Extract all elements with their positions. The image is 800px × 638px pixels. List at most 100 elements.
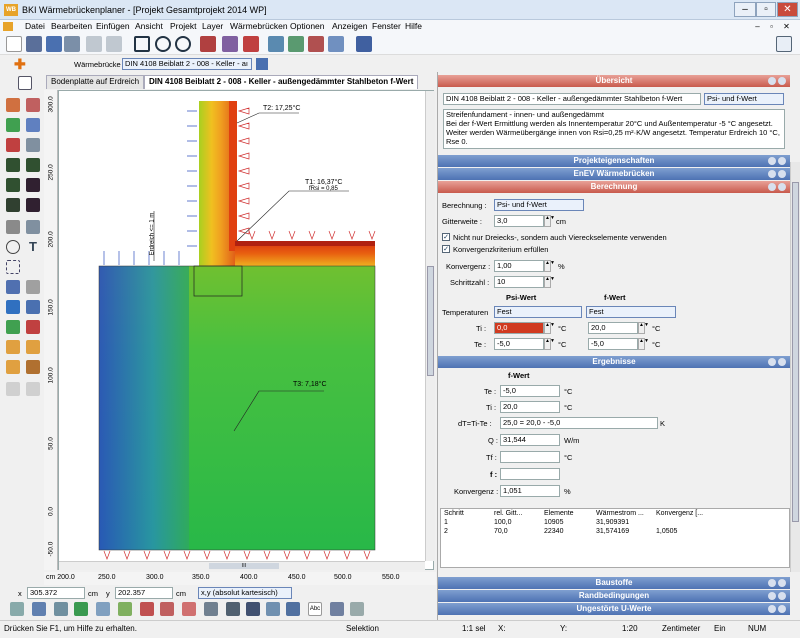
zoom-icon[interactable]	[155, 36, 171, 52]
col-konvergenz[interactable]: Konvergenz [...	[653, 509, 713, 518]
pin-icon[interactable]	[768, 77, 776, 85]
enev-header[interactable]: EnEV Wärmebrücken	[438, 168, 790, 180]
y-coordinate-input[interactable]: 202.357	[115, 587, 173, 599]
text-icon[interactable]: T	[26, 240, 40, 254]
mirror-icon[interactable]	[6, 340, 20, 354]
pin-icon[interactable]	[768, 183, 776, 191]
pin-icon[interactable]	[768, 592, 776, 600]
delete-node-icon[interactable]	[26, 320, 40, 334]
expand-icon[interactable]	[778, 170, 786, 178]
menu-projekt[interactable]: Projekt	[170, 21, 196, 31]
drawing-canvas[interactable]: T2: 17,25°C T1: 16,37°C fRsi = 0,85 T3: …	[58, 90, 435, 570]
gitter-input[interactable]: 3,0	[494, 215, 544, 227]
mdi-minimize-button[interactable]: –	[752, 22, 763, 31]
berechnung-select[interactable]: Psi- und f-Wert	[494, 199, 584, 211]
pattern-icon[interactable]	[226, 602, 240, 616]
konvergenz-spinner[interactable]: ▲▼	[544, 260, 555, 272]
node-icon[interactable]	[26, 138, 40, 152]
new-file-icon[interactable]	[6, 36, 22, 52]
hatch-icon[interactable]	[26, 98, 40, 112]
convergence-checkbox[interactable]: ✓	[442, 245, 450, 253]
psi-temperature-select[interactable]: Fest	[494, 306, 582, 318]
f-te-input[interactable]: -5,0	[588, 338, 638, 350]
region-c-icon[interactable]	[6, 178, 20, 192]
pin-icon[interactable]	[768, 358, 776, 366]
pin-icon[interactable]	[768, 605, 776, 613]
region-f-icon[interactable]	[26, 198, 40, 212]
fill-icon[interactable]	[286, 602, 300, 616]
report-icon[interactable]	[268, 36, 284, 52]
maximize-button[interactable]: ▫	[756, 2, 776, 17]
table-row[interactable]: 1 100,0 10905 31,909391	[441, 518, 713, 527]
redo-icon[interactable]	[106, 36, 122, 52]
table-icon[interactable]	[266, 602, 280, 616]
konvergenz-input[interactable]: 1,00	[494, 260, 544, 272]
region-d-icon[interactable]	[26, 178, 40, 192]
add-node-icon[interactable]	[6, 320, 20, 334]
panel-scrollbar[interactable]	[790, 162, 800, 572]
u-tool-icon[interactable]	[140, 602, 154, 616]
menu-fenster[interactable]: Fenster	[372, 21, 401, 31]
report-remove-icon[interactable]	[308, 36, 324, 52]
add-icon[interactable]: ✚	[14, 57, 26, 71]
layer-icon[interactable]	[54, 602, 68, 616]
f-ti-input[interactable]: 20,0	[588, 322, 638, 334]
circle-icon[interactable]	[6, 240, 20, 254]
scrollbar-thumb[interactable]	[427, 266, 434, 376]
move-icon[interactable]	[6, 280, 20, 294]
hscroll-thumb[interactable]: III	[209, 563, 279, 569]
randbedingungen-header[interactable]: Randbedingungen	[438, 590, 790, 602]
bridge-type-select[interactable]: Psi- und f-Wert	[704, 93, 784, 105]
u-value-icon[interactable]	[6, 138, 20, 152]
export-icon[interactable]	[328, 36, 344, 52]
col-elemente[interactable]: Elemente	[541, 509, 593, 518]
abc-label-icon[interactable]: Abc	[308, 602, 322, 616]
overview-header[interactable]: Übersicht	[438, 75, 790, 87]
psi-ti-input[interactable]: 0,0	[494, 322, 544, 334]
expand-icon[interactable]	[778, 157, 786, 165]
f-ti-spinner[interactable]: ▲▼	[638, 322, 649, 334]
rectangle-icon[interactable]	[6, 260, 20, 274]
col-schritt[interactable]: Schritt	[441, 509, 491, 518]
vertical-scrollbar[interactable]	[425, 91, 435, 561]
expand-icon[interactable]	[778, 592, 786, 600]
zoom-window-icon[interactable]	[134, 36, 150, 52]
collapse-icon[interactable]	[778, 77, 786, 85]
tab-active-detail[interactable]: DIN 4108 Beiblatt 2 - 008 - Keller - auß…	[144, 75, 419, 89]
mdi-close-button[interactable]: ✕	[781, 22, 792, 31]
mdi-restore-button[interactable]: ▫	[766, 22, 777, 31]
print-icon[interactable]	[26, 36, 42, 52]
panel-scrollbar-thumb[interactable]	[792, 182, 799, 522]
expand-icon[interactable]	[778, 579, 786, 587]
collapse-icon[interactable]	[778, 358, 786, 366]
offset-icon[interactable]	[26, 360, 40, 374]
component-select[interactable]: DIN 4108 Beiblatt 2 - 008 - Keller - aı	[122, 58, 252, 70]
mirror-tool-icon[interactable]	[182, 602, 196, 616]
expand-icon[interactable]	[778, 605, 786, 613]
gitter-spinner[interactable]: ▲▼	[544, 215, 555, 227]
save-as-icon[interactable]	[64, 36, 80, 52]
col-waermestrom[interactable]: Wärmestrom ...	[593, 509, 653, 518]
copy-icon[interactable]	[26, 280, 40, 294]
line-icon[interactable]	[6, 220, 20, 234]
menu-anzeigen[interactable]: Anzeigen	[332, 21, 367, 31]
flag-icon[interactable]	[356, 36, 372, 52]
menu-ansicht[interactable]: Ansicht	[135, 21, 163, 31]
grid-icon[interactable]	[200, 36, 216, 52]
psi-icon[interactable]	[222, 36, 238, 52]
select-cursor-icon[interactable]	[18, 76, 32, 90]
measure-icon[interactable]	[330, 602, 344, 616]
stretch-icon[interactable]	[6, 360, 20, 374]
polyline-add-icon[interactable]	[26, 118, 40, 132]
polyline-icon[interactable]	[6, 118, 20, 132]
save-icon[interactable]	[46, 36, 62, 52]
pin-icon[interactable]	[768, 579, 776, 587]
psi-ti-spinner[interactable]: ▲▼	[544, 322, 555, 334]
psi-te-spinner[interactable]: ▲▼	[544, 338, 555, 350]
psi-te-input[interactable]: -5,0	[494, 338, 544, 350]
material-icon[interactable]	[74, 602, 88, 616]
region-a-icon[interactable]	[6, 158, 20, 172]
bridge-name-input[interactable]: DIN 4108 Beiblatt 2 - 008 - Keller - auß…	[443, 93, 701, 105]
collapse-icon[interactable]	[778, 183, 786, 191]
menu-optionen[interactable]: Optionen	[290, 21, 325, 31]
